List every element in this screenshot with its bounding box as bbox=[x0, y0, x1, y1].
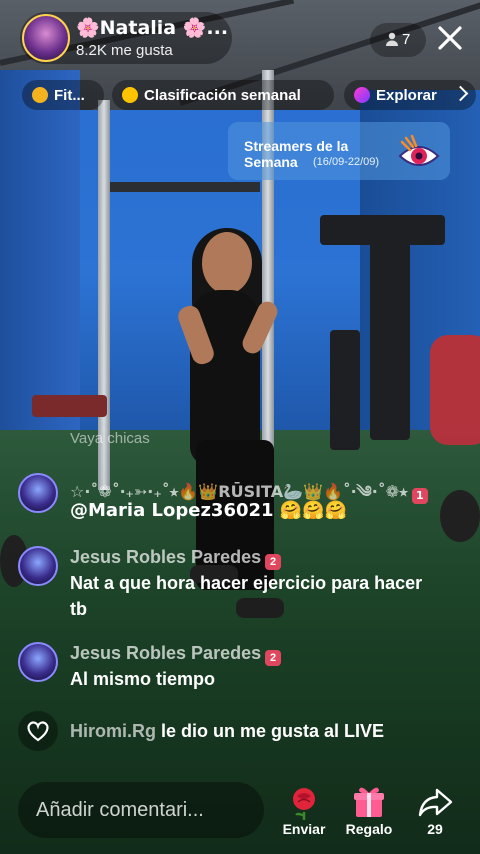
share-icon bbox=[418, 788, 453, 817]
chat-avatar[interactable] bbox=[18, 546, 58, 586]
chip-explore-label: Explorar bbox=[376, 86, 437, 104]
rose-icon bbox=[293, 788, 315, 820]
comment-placeholder: Añadir comentari... bbox=[36, 799, 204, 821]
viewer-count: 7 bbox=[402, 31, 411, 48]
chip-weekly-ranking[interactable]: Clasificación semanal bbox=[112, 80, 334, 110]
rack-bar bbox=[110, 182, 260, 192]
eye-icon bbox=[398, 134, 440, 166]
gift-icon bbox=[354, 787, 384, 817]
host-avatar[interactable] bbox=[22, 14, 70, 62]
chat-username: Jesus Robles Paredes 2 bbox=[70, 547, 282, 570]
chat-username-text: Jesus Robles Paredes bbox=[70, 643, 262, 663]
host-name: 🌸Natalia 🌸... bbox=[76, 17, 229, 39]
host-likes-count: 8.2K me gusta bbox=[76, 42, 173, 59]
like-event-text: Hiromi.Rg le dio un me gusta al LIVE bbox=[70, 721, 384, 742]
streamers-card-dates: (16/09-22/09) bbox=[313, 156, 380, 168]
like-event-bubble bbox=[18, 711, 58, 751]
heart-icon bbox=[27, 721, 49, 742]
flame-icon bbox=[122, 87, 138, 103]
like-event-user[interactable]: Hiromi.Rg bbox=[70, 721, 156, 741]
chip-fitness[interactable]: Fit... bbox=[22, 80, 104, 110]
chat-avatar[interactable] bbox=[18, 642, 58, 682]
gym-machine bbox=[370, 240, 410, 440]
bench bbox=[32, 395, 107, 417]
level-badge: 1 bbox=[411, 488, 428, 504]
fitness-icon bbox=[32, 87, 48, 103]
person-face bbox=[202, 232, 252, 294]
level-badge: 2 bbox=[265, 650, 282, 666]
chat-message-text: @Maria Lopez36021 🤗🤗🤗 bbox=[70, 500, 348, 521]
chat-username: Jesus Robles Paredes 2 bbox=[70, 643, 282, 666]
chevron-right-icon bbox=[452, 85, 469, 102]
explore-icon bbox=[354, 87, 370, 103]
faded-chat-line: Vaya chicas bbox=[70, 430, 150, 447]
chat-message-text: Al mismo tiempo bbox=[70, 669, 216, 689]
chip-fitness-label: Fit... bbox=[54, 86, 85, 104]
like-event-message: le dio un me gusta al LIVE bbox=[156, 721, 385, 741]
chat-avatar[interactable] bbox=[18, 473, 58, 513]
chat-username-text: Jesus Robles Paredes bbox=[70, 547, 262, 567]
level-badge: 2 bbox=[265, 554, 282, 570]
chip-explore[interactable]: Explorar bbox=[344, 80, 476, 110]
gift-label: Regalo bbox=[345, 821, 393, 837]
chat-message-text: Nat a que hora hacer ejercicio para hace… bbox=[70, 573, 423, 619]
close-icon[interactable] bbox=[436, 24, 464, 52]
share-count: 29 bbox=[427, 821, 443, 837]
send-label: Enviar bbox=[282, 821, 326, 837]
person-icon bbox=[386, 32, 398, 46]
chip-ranking-label: Clasificación semanal bbox=[144, 86, 301, 104]
